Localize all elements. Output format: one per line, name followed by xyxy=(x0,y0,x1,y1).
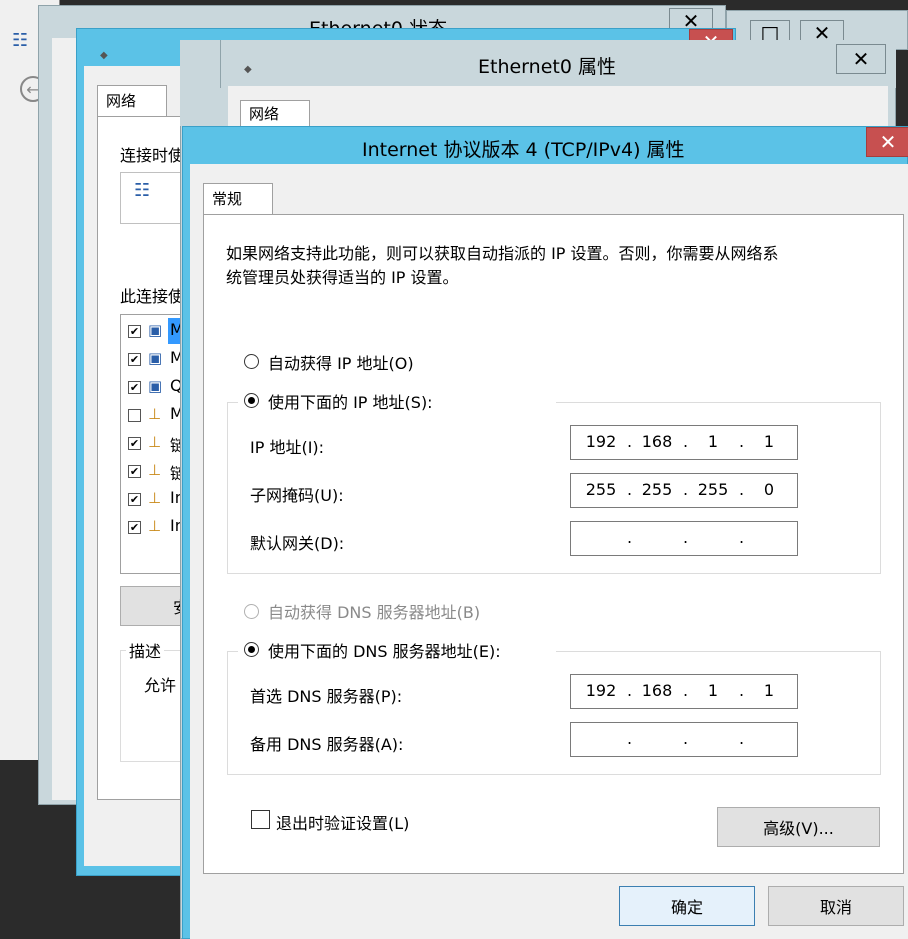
mask-dot: . xyxy=(683,480,689,499)
preferred-dns-label: 首选 DNS 服务器(P): xyxy=(250,687,403,706)
tab-network-2[interactable]: 网络 xyxy=(240,100,310,127)
ip-octet-4: 1 xyxy=(763,432,775,451)
gw-dot: . xyxy=(627,528,633,547)
intro-text-line1: 如果网络支持此功能，则可以获取自动指派的 IP 设置。否则，你需要从网络系 xyxy=(226,244,779,263)
description-text: 允许 xyxy=(144,676,177,695)
component-checkbox[interactable] xyxy=(128,409,141,422)
component-checkbox[interactable]: ✔ xyxy=(128,381,141,394)
dns2-dot: . xyxy=(683,729,689,748)
component-checkbox[interactable]: ✔ xyxy=(128,493,141,506)
dns1-octet-2: 168 xyxy=(641,681,673,700)
mask-octet-4: 0 xyxy=(763,480,775,499)
dns1-octet-1: 192 xyxy=(585,681,617,700)
ip-octet-2: 168 xyxy=(641,432,673,451)
auto-ip-radio[interactable] xyxy=(244,354,259,369)
ip-address-field[interactable]: 192 . 168 . 1 . 1 xyxy=(570,425,798,460)
network-icon: ☷ xyxy=(12,30,29,51)
dns2-dot: . xyxy=(627,729,633,748)
component-icon: ⊥ xyxy=(148,517,162,535)
window-icon: ◆ xyxy=(100,50,108,61)
ethernet-props-title: Ethernet0 属性 xyxy=(478,56,616,78)
subnet-mask-field[interactable]: 255 . 255 . 255 . 0 xyxy=(570,473,798,508)
ip-dot: . xyxy=(627,432,633,451)
validate-label: 退出时验证设置(L) xyxy=(276,814,410,833)
ipv4-dialog-close-button[interactable]: ✕ xyxy=(866,127,908,157)
ip-dot: . xyxy=(683,432,689,451)
dns1-dot: . xyxy=(683,681,689,700)
tab-general[interactable]: 常规 xyxy=(203,183,273,215)
auto-dns-radio[interactable] xyxy=(244,604,259,619)
description-title: 描述 xyxy=(126,638,165,662)
ip-octet-3: 1 xyxy=(707,432,719,451)
validate-checkbox[interactable] xyxy=(251,810,270,829)
component-icon: ▣ xyxy=(148,349,163,367)
tab-network[interactable]: 网络 xyxy=(97,85,167,117)
component-checkbox[interactable]: ✔ xyxy=(128,325,141,338)
auto-ip-label: 自动获得 IP 地址(O) xyxy=(268,354,414,373)
dns1-dot: . xyxy=(739,681,745,700)
component-checkbox[interactable]: ✔ xyxy=(128,521,141,534)
default-gateway-field[interactable]: . . . xyxy=(570,521,798,556)
mask-dot: . xyxy=(739,480,745,499)
ipv4-dialog-title: Internet 协议版本 4 (TCP/IPv4) 属性 xyxy=(362,139,685,161)
component-icon: ⊥ xyxy=(148,461,162,479)
uses-items-label: 此连接使 xyxy=(120,287,185,306)
dns1-octet-3: 1 xyxy=(707,681,719,700)
gw-dot: . xyxy=(683,528,689,547)
ip-address-label: IP 地址(I): xyxy=(250,438,325,457)
component-icon: ⊥ xyxy=(148,405,162,423)
mask-octet-1: 255 xyxy=(585,480,617,499)
manual-dns-label: 使用下面的 DNS 服务器地址(E): xyxy=(268,642,501,661)
component-icon: ▣ xyxy=(148,321,163,339)
subnet-mask-label: 子网掩码(U): xyxy=(250,486,344,505)
dns1-dot: . xyxy=(627,681,633,700)
connect-using-label: 连接时使 xyxy=(120,146,185,165)
gw-dot: . xyxy=(739,528,745,547)
component-checkbox[interactable]: ✔ xyxy=(128,437,141,450)
dns1-octet-4: 1 xyxy=(763,681,775,700)
ip-dot: . xyxy=(739,432,745,451)
component-checkbox[interactable]: ✔ xyxy=(128,353,141,366)
alternate-dns-field[interactable]: . . . xyxy=(570,722,798,757)
adapter-icon: ☷ xyxy=(134,180,151,201)
component-icon: ⊥ xyxy=(148,489,162,507)
window-icon: ◆ xyxy=(244,64,252,75)
component-icon: ▣ xyxy=(148,377,163,395)
cancel-button[interactable]: 取消 xyxy=(768,886,904,926)
default-gateway-label: 默认网关(D): xyxy=(250,534,345,553)
intro-text-line2: 统管理员处获得适当的 IP 设置。 xyxy=(226,268,459,287)
auto-dns-label: 自动获得 DNS 服务器地址(B) xyxy=(268,603,481,622)
mask-dot: . xyxy=(627,480,633,499)
manual-ip-radio[interactable] xyxy=(244,393,259,408)
dns2-dot: . xyxy=(739,729,745,748)
manual-dns-radio[interactable] xyxy=(244,642,259,657)
mask-octet-2: 255 xyxy=(641,480,673,499)
mask-octet-3: 255 xyxy=(697,480,729,499)
ip-octet-1: 192 xyxy=(585,432,617,451)
component-icon: ⊥ xyxy=(148,433,162,451)
ethernet-props-left-strip xyxy=(180,40,220,126)
preferred-dns-field[interactable]: 192 . 168 . 1 . 1 xyxy=(570,674,798,709)
manual-ip-label: 使用下面的 IP 地址(S): xyxy=(268,393,433,412)
component-checkbox[interactable]: ✔ xyxy=(128,465,141,478)
ok-button[interactable]: 确定 xyxy=(619,886,755,926)
ethernet-props-body xyxy=(228,86,888,126)
alternate-dns-label: 备用 DNS 服务器(A): xyxy=(250,735,404,754)
ethernet-props-close-button[interactable]: ✕ xyxy=(836,44,886,74)
advanced-button[interactable]: 高级(V)... xyxy=(717,807,880,847)
